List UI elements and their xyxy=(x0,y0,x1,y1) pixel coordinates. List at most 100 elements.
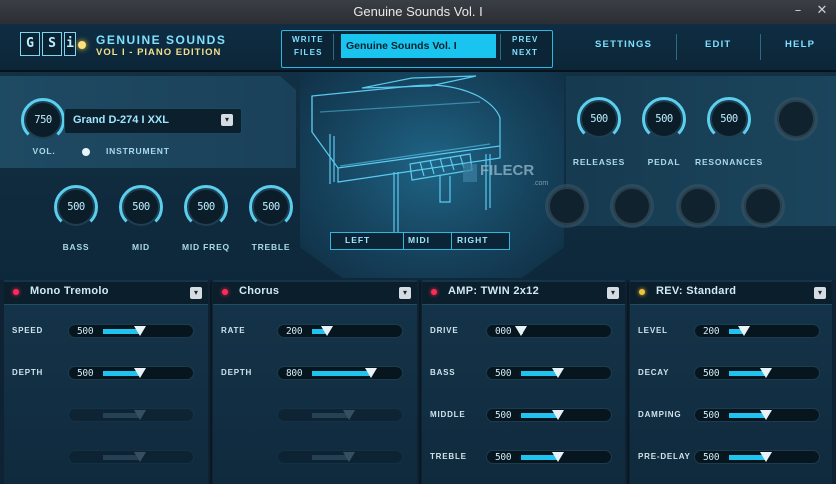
mid-freq-knob[interactable]: 500 xyxy=(184,185,228,229)
instrument-label: INSTRUMENT xyxy=(106,146,170,156)
knob-ring xyxy=(676,184,720,228)
slider-value: 800 xyxy=(286,368,303,379)
slider-middle[interactable]: 500 xyxy=(486,408,612,422)
watermark-text: FILECR xyxy=(480,162,535,179)
slider-depth[interactable]: 500 xyxy=(68,366,194,380)
slider-thumb[interactable] xyxy=(760,452,772,462)
slider-damping[interactable]: 500 xyxy=(694,408,820,422)
write-button[interactable]: WRITE xyxy=(292,35,324,44)
fx-header[interactable]: Chorus ▾ xyxy=(213,282,417,305)
preset-name-display[interactable]: Genuine Sounds Vol. I xyxy=(341,34,496,58)
slider-rate[interactable]: 200 xyxy=(277,324,403,338)
instrument-select[interactable]: Grand D-274 I XXL ▾ xyxy=(64,108,242,134)
mid-knob[interactable]: 500 xyxy=(119,185,163,229)
treble-value: 500 xyxy=(262,201,280,213)
slider-value: 000 xyxy=(495,326,512,337)
output-right-button[interactable]: RIGHT xyxy=(457,235,488,245)
settings-button[interactable]: SETTINGS xyxy=(595,39,652,50)
slider-thumb[interactable] xyxy=(365,368,378,378)
fx-title: REV: Standard xyxy=(656,285,737,297)
slider-thumb[interactable] xyxy=(343,452,355,462)
releases-knob[interactable]: 500 xyxy=(577,97,621,141)
treble-label: TREBLE xyxy=(251,242,291,252)
fx-power-led-icon[interactable] xyxy=(639,289,645,295)
fx-power-led-icon[interactable] xyxy=(431,289,437,295)
slider-thumb[interactable] xyxy=(134,452,146,462)
slider-level[interactable]: 200 xyxy=(694,324,820,338)
edit-button[interactable]: EDIT xyxy=(705,39,731,50)
grand-piano-icon xyxy=(311,75,501,240)
minimize-icon[interactable]: – xyxy=(790,3,806,19)
slider-thumb[interactable] xyxy=(134,326,146,336)
bass-value: 500 xyxy=(67,201,85,213)
slider-thumb[interactable] xyxy=(737,326,750,336)
fx-power-led-icon[interactable] xyxy=(222,289,228,295)
pedal-knob[interactable]: 500 xyxy=(642,97,686,141)
fx-title: Chorus xyxy=(239,285,280,297)
chevron-down-icon[interactable]: ▾ xyxy=(814,287,826,299)
slider-decay[interactable]: 500 xyxy=(694,366,820,380)
next-button[interactable]: NEXT xyxy=(512,48,538,57)
knob-ring xyxy=(774,97,818,141)
slider-thumb[interactable] xyxy=(343,410,355,420)
fx-title: Mono Tremolo xyxy=(30,285,109,297)
resonances-knob[interactable]: 500 xyxy=(707,97,751,141)
slider-thumb[interactable] xyxy=(515,326,527,336)
slider-thumb[interactable] xyxy=(320,326,333,336)
chevron-down-icon[interactable]: ▾ xyxy=(607,287,619,299)
window-titlebar: Genuine Sounds Vol. I – ✕ xyxy=(0,0,836,25)
chevron-down-icon[interactable]: ▾ xyxy=(399,287,411,299)
slider-thumb[interactable] xyxy=(134,410,146,420)
fx-power-led-icon[interactable] xyxy=(13,289,19,295)
logo-dot-icon xyxy=(78,41,86,49)
resonances-label: RESONANCES xyxy=(695,157,763,167)
treble-knob[interactable]: 500 xyxy=(249,185,293,229)
knob-ring xyxy=(610,184,654,228)
resonances-value: 500 xyxy=(720,113,738,125)
slider-value: 500 xyxy=(703,410,720,421)
divider xyxy=(760,34,761,60)
fx-header[interactable]: Mono Tremolo ▾ xyxy=(4,282,208,305)
slider-thumb[interactable] xyxy=(552,410,564,420)
param-label: DECAY xyxy=(638,368,670,377)
files-button[interactable]: FILES xyxy=(294,48,323,57)
logo-letter-g: G xyxy=(20,32,40,56)
divider xyxy=(451,233,452,249)
param-label: DEPTH xyxy=(221,368,253,377)
divider xyxy=(210,282,212,484)
slider-drive[interactable]: 000 xyxy=(486,324,612,338)
param-label: MIDDLE xyxy=(430,410,466,419)
close-icon[interactable]: ✕ xyxy=(814,3,830,19)
fx-header[interactable]: AMP: TWIN 2x12 ▾ xyxy=(422,282,625,305)
slider-pre-delay[interactable]: 500 xyxy=(694,450,820,464)
chevron-down-icon[interactable]: ▾ xyxy=(221,114,233,126)
slider-thumb[interactable] xyxy=(760,368,772,378)
slider-fill xyxy=(312,371,372,376)
fx-header[interactable]: REV: Standard ▾ xyxy=(630,282,832,305)
watermark-sub: .com xyxy=(533,180,549,187)
slider-thumb[interactable] xyxy=(552,368,564,378)
slider-value: 500 xyxy=(703,452,720,463)
output-left-button[interactable]: LEFT xyxy=(345,235,370,245)
prev-button[interactable]: PREV xyxy=(512,35,539,44)
divider xyxy=(419,282,421,484)
slider-bass[interactable]: 500 xyxy=(486,366,612,380)
slider-thumb[interactable] xyxy=(134,368,146,378)
releases-value: 500 xyxy=(590,113,608,125)
volume-knob[interactable]: 750 xyxy=(21,98,65,142)
slider-thumb[interactable] xyxy=(760,410,772,420)
output-midi-button[interactable]: MIDI xyxy=(408,235,430,245)
chevron-down-icon[interactable]: ▾ xyxy=(190,287,202,299)
bass-knob[interactable]: 500 xyxy=(54,185,98,229)
divider xyxy=(627,282,629,484)
empty-knob xyxy=(774,97,818,141)
slider-value: 500 xyxy=(495,368,512,379)
slider-disabled xyxy=(277,450,403,464)
slider-thumb[interactable] xyxy=(552,452,564,462)
slider-depth[interactable]: 800 xyxy=(277,366,403,380)
param-label: TREBLE xyxy=(430,452,467,461)
help-button[interactable]: HELP xyxy=(785,39,815,50)
slider-treble[interactable]: 500 xyxy=(486,450,612,464)
slider-speed[interactable]: 500 xyxy=(68,324,194,338)
param-label: DEPTH xyxy=(12,368,44,377)
